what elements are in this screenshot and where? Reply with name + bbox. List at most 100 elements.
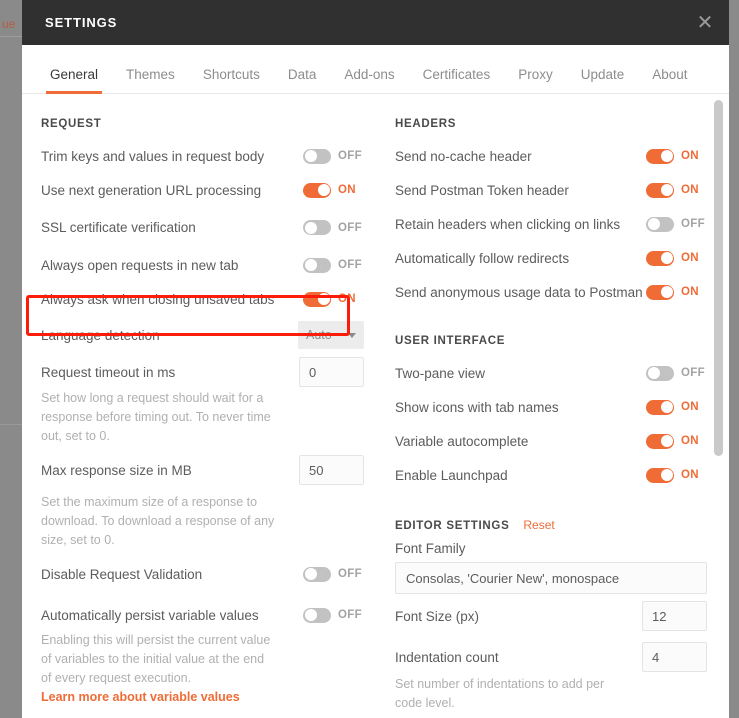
setting-font-size: Font Size (px) [395,594,707,638]
setting-disable-request-validation: Disable Request Validation OFF [41,550,364,598]
setting-two-pane-view: Two-pane view OFF [395,356,707,390]
max-response-size-help: Set the maximum size of a response to do… [41,495,275,547]
setting-indentation-type: Indentation type Space [395,713,707,718]
close-icon[interactable]: ✕ [691,9,719,37]
editor-settings-title-text: EDITOR SETTINGS [395,520,510,532]
toggle-knob [660,150,673,162]
toggle-knob [304,568,317,580]
toggle-knob [304,259,317,271]
disable-request-validation-toggle[interactable]: OFF [303,566,364,582]
indentation-count-input[interactable] [642,642,707,672]
setting-label: Two-pane view [395,365,486,381]
left-settings-column: REQUEST Trim keys and values in request … [41,118,374,718]
toggle-track [303,257,331,273]
setting-variable-autocomplete: Variable autocomplete ON [395,424,707,458]
right-settings-column: HEADERS Send no-cache header ON Send Pos… [374,118,707,718]
next-gen-url-toggle[interactable]: ON [303,182,364,198]
toggle-state-label: OFF [338,609,362,621]
send-anonymous-usage-data-toggle[interactable]: ON [646,284,707,300]
toggle-track [646,216,674,232]
tab-shortcuts[interactable]: Shortcuts [189,67,274,93]
setting-label: Enable Launchpad [395,467,508,483]
tab-add-ons[interactable]: Add-ons [330,67,408,93]
toggle-track [303,291,331,307]
setting-label: Send no-cache header [395,148,532,164]
tab-data[interactable]: Data [274,67,331,93]
toggle-state-label: OFF [681,218,705,230]
follow-redirects-toggle[interactable]: ON [646,250,707,266]
toggle-state-label: ON [681,469,699,481]
toggle-knob [660,435,673,447]
send-postman-token-header-toggle[interactable]: ON [646,182,707,198]
tab-proxy[interactable]: Proxy [504,67,567,93]
font-family-label: Font Family [395,541,466,556]
request-timeout-input[interactable] [299,357,364,387]
toggle-track [646,467,674,483]
setting-label: Always open requests in new tab [41,257,239,273]
toggle-knob [660,252,673,264]
tab-general[interactable]: General [36,67,112,94]
toggle-track [646,399,674,415]
toggle-state-label: OFF [338,150,362,162]
setting-open-requests-new-tab: Always open requests in new tab OFF [41,248,364,282]
content-scrollbar-track[interactable] [714,94,726,718]
setting-label: Automatically persist variable values [41,607,259,623]
toggle-knob [304,150,317,162]
show-icons-tab-names-toggle[interactable]: ON [646,399,707,415]
toggle-state-label: ON [681,252,699,264]
setting-max-response-size: Max response size in MB [41,446,364,494]
toggle-track [303,182,331,198]
settings-dialog: SETTINGS ✕ General Themes Shortcuts Data… [22,0,729,718]
editor-settings-section-title: EDITOR SETTINGS Reset [395,518,707,532]
two-pane-view-toggle[interactable]: OFF [646,365,707,381]
tab-certificates[interactable]: Certificates [409,67,505,93]
setting-retain-headers-clicking-links: Retain headers when clicking on links OF… [395,207,707,241]
setting-label: Disable Request Validation [41,566,203,582]
toggle-state-label: OFF [681,367,705,379]
toggle-knob [317,293,330,305]
learn-more-variable-values-link[interactable]: Learn more about variable values [41,690,240,704]
setting-label: Font Size (px) [395,608,480,624]
setting-language-detection: Language detection Auto [41,316,364,354]
setting-label: Send anonymous usage data to Postman [395,284,643,300]
content-scrollbar-thumb[interactable] [714,100,723,456]
language-detection-select[interactable]: Auto [298,321,364,349]
editor-settings-reset-link[interactable]: Reset [523,518,554,532]
setting-label: Trim keys and values in request body [41,148,265,164]
font-size-input[interactable] [642,601,707,631]
toggle-state-label: OFF [338,221,362,234]
retain-headers-toggle[interactable]: OFF [646,216,707,232]
setting-send-anonymous-usage-data: Send anonymous usage data to Postman ON [395,275,707,309]
toggle-state-label: ON [681,184,699,196]
toggle-state-label: OFF [338,568,362,580]
send-no-cache-header-toggle[interactable]: ON [646,148,707,164]
setting-trim-keys: Trim keys and values in request body OFF [41,139,364,173]
user-interface-section-title: USER INTERFACE [395,335,506,347]
setting-label: Show icons with tab names [395,399,559,415]
variable-autocomplete-toggle[interactable]: ON [646,433,707,449]
toggle-track [646,148,674,164]
persist-variable-values-toggle[interactable]: OFF [303,607,364,623]
toggle-track [646,284,674,300]
headers-section-title: HEADERS [395,118,457,130]
max-response-size-input[interactable] [299,455,364,485]
setting-label: Indentation count [395,649,499,665]
ask-closing-unsaved-tabs-toggle[interactable]: ON [303,291,364,307]
setting-label: Request timeout in ms [41,364,176,380]
setting-label: Variable autocomplete [395,433,529,449]
trim-keys-toggle[interactable]: OFF [303,148,364,164]
tab-about[interactable]: About [638,67,701,93]
open-requests-new-tab-toggle[interactable]: OFF [303,257,364,273]
enable-launchpad-toggle[interactable]: ON [646,467,707,483]
ssl-verification-toggle[interactable]: OFF [303,220,364,235]
request-timeout-help: Set how long a request should wait for a… [41,391,271,443]
request-section-title: REQUEST [41,118,102,130]
font-family-input[interactable] [395,562,707,594]
toggle-knob [660,401,673,413]
toggle-knob [660,286,673,298]
tab-themes[interactable]: Themes [112,67,189,93]
settings-tab-bar: General Themes Shortcuts Data Add-ons Ce… [22,45,729,94]
toggle-knob [304,609,317,621]
tab-update[interactable]: Update [567,67,639,93]
toggle-state-label: OFF [338,259,362,271]
